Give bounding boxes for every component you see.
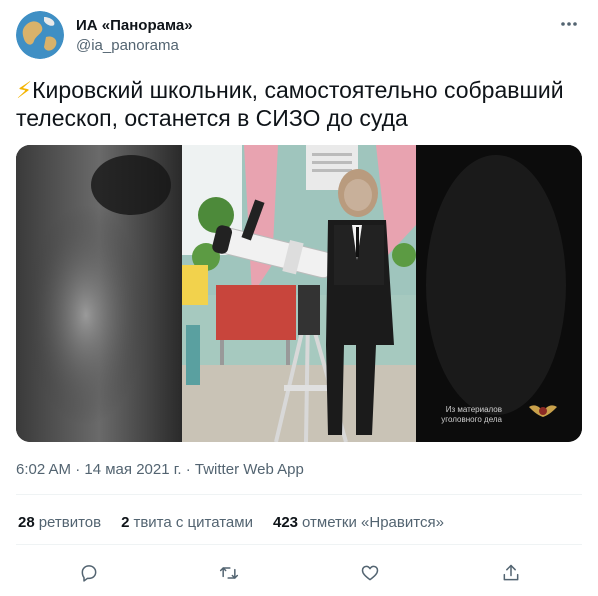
tweet-header: ИА «Панорама» @ia_panorama (16, 11, 582, 61)
tweet-photo[interactable]: Из материалов уголовного дела (16, 145, 582, 442)
tweet-body: Кировский школьник, самостоятельно собра… (16, 77, 564, 131)
retweets-label: ретвитов (38, 514, 102, 531)
like-icon[interactable] (357, 560, 383, 586)
likes-count: 423 (272, 514, 299, 531)
retweets-count: 28 (18, 514, 35, 531)
globe-avatar-icon (16, 11, 64, 59)
avatar[interactable] (16, 11, 64, 59)
watermark-line-1: Из материалов (445, 405, 502, 414)
tweet-meta: 6:02 AM · 14 мая 2021 г. · Twitter Web A… (16, 461, 304, 478)
photo-image (16, 145, 582, 442)
meta-separator-1: · (71, 461, 85, 478)
quotes-count: 2 (121, 514, 130, 531)
user-handle[interactable]: @ia_panorama (76, 36, 193, 55)
quotes-stat[interactable]: 2 твита с цитатами (121, 514, 253, 531)
divider-top (16, 494, 582, 495)
watermark-line-2: уголовного дела (441, 415, 502, 424)
photo-watermark: Из материалов уголовного дела (441, 405, 502, 425)
likes-label: отметки «Нравится» (302, 514, 444, 531)
share-icon[interactable] (498, 560, 524, 586)
retweets-stat[interactable]: 28 ретвитов (18, 514, 101, 531)
more-icon[interactable] (556, 11, 582, 37)
divider-bottom (16, 544, 582, 545)
display-name[interactable]: ИА «Панорама» (76, 16, 193, 35)
lightning-emoji: ⚡ (16, 77, 33, 103)
quotes-label: твита с цитатами (133, 514, 253, 531)
retweet-icon[interactable] (216, 560, 242, 586)
tweet-time[interactable]: 6:02 AM (16, 461, 71, 478)
author-names: ИА «Панорама» @ia_panorama (76, 16, 193, 55)
tweet-text: ⚡Кировский школьник, самостоятельно собр… (16, 76, 586, 132)
likes-stat[interactable]: 423 отметки «Нравится» (273, 514, 444, 531)
action-bar (16, 560, 582, 586)
tweet-date[interactable]: 14 мая 2021 г. (84, 461, 181, 478)
tweet-source[interactable]: Twitter Web App (195, 461, 304, 478)
tweet-stats: 28 ретвитов 2 твита с цитатами 423 отметки … (18, 514, 444, 531)
reply-icon[interactable] (76, 560, 102, 586)
meta-separator-2: · (181, 461, 195, 478)
